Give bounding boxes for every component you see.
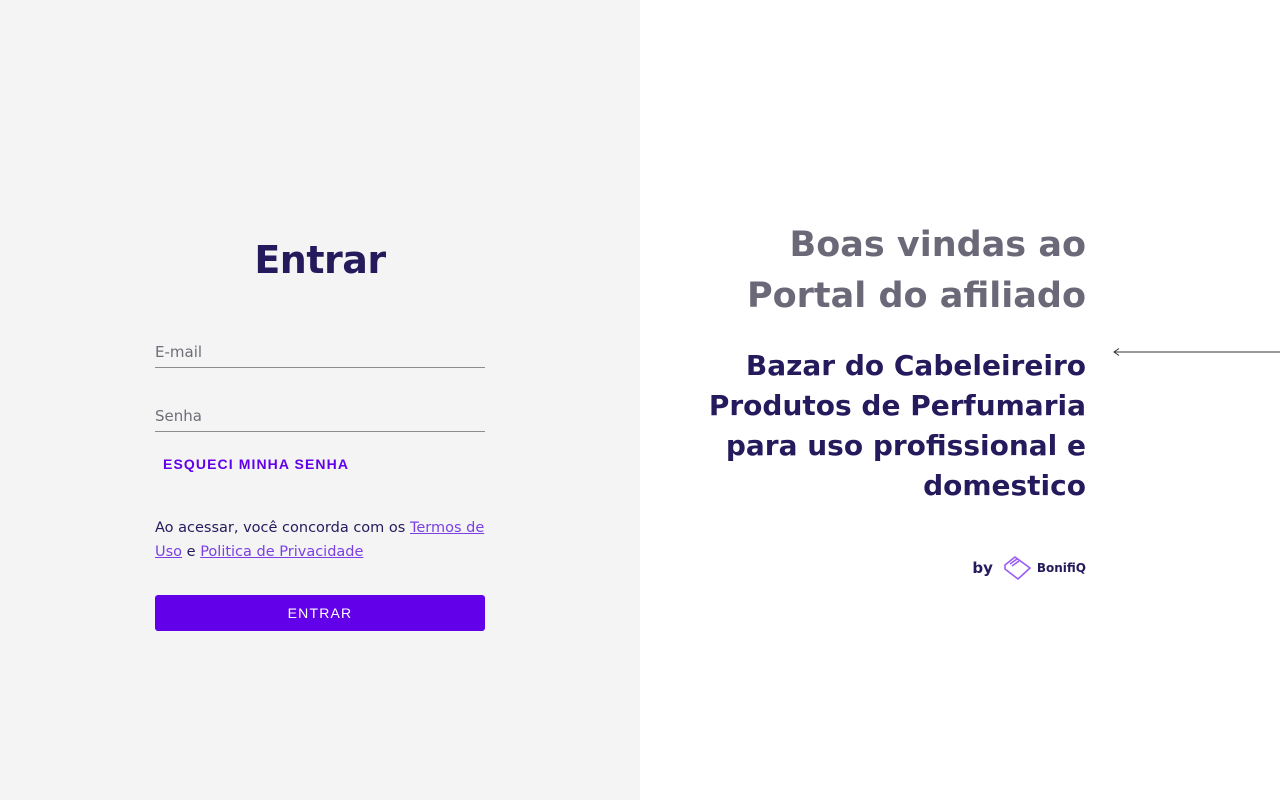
login-page: Entrar ESQUECI MINHA SENHA Ao acessar, v… xyxy=(0,0,1280,800)
arrow-left-icon xyxy=(1113,348,1280,356)
brand-name: BonifiQ xyxy=(1036,561,1086,575)
welcome-line-2: Portal do afiliado xyxy=(746,276,1086,316)
login-title: Entrar xyxy=(254,238,386,282)
welcome-panel: Boas vindas ao Portal do afiliado Bazar … xyxy=(640,0,1280,800)
terms-joiner: e xyxy=(182,544,201,560)
password-field[interactable] xyxy=(155,401,485,432)
welcome-line-1: Boas vindas ao xyxy=(789,225,1086,265)
login-submit-button[interactable]: ENTRAR xyxy=(155,595,485,631)
password-input[interactable] xyxy=(155,401,485,431)
powered-by: by BonifiQ xyxy=(972,555,1086,581)
bonifiq-logo-icon xyxy=(1004,556,1031,580)
terms-notice: Ao acessar, você concorda com os Termos … xyxy=(155,516,490,564)
brand-logo: BonifiQ xyxy=(1001,555,1086,581)
welcome-heading: Boas vindas ao Portal do afiliado xyxy=(666,220,1086,322)
email-field[interactable] xyxy=(155,337,485,368)
store-name: Bazar do Cabeleireiro Produtos de Perfum… xyxy=(708,349,1086,502)
privacy-policy-link[interactable]: Politica de Privacidade xyxy=(200,544,363,560)
email-input[interactable] xyxy=(155,337,485,367)
terms-prefix: Ao acessar, você concorda com os xyxy=(155,520,410,536)
forgot-password-button[interactable]: ESQUECI MINHA SENHA xyxy=(155,450,357,478)
login-panel: Entrar ESQUECI MINHA SENHA Ao acessar, v… xyxy=(0,0,640,800)
by-label: by xyxy=(972,559,993,577)
